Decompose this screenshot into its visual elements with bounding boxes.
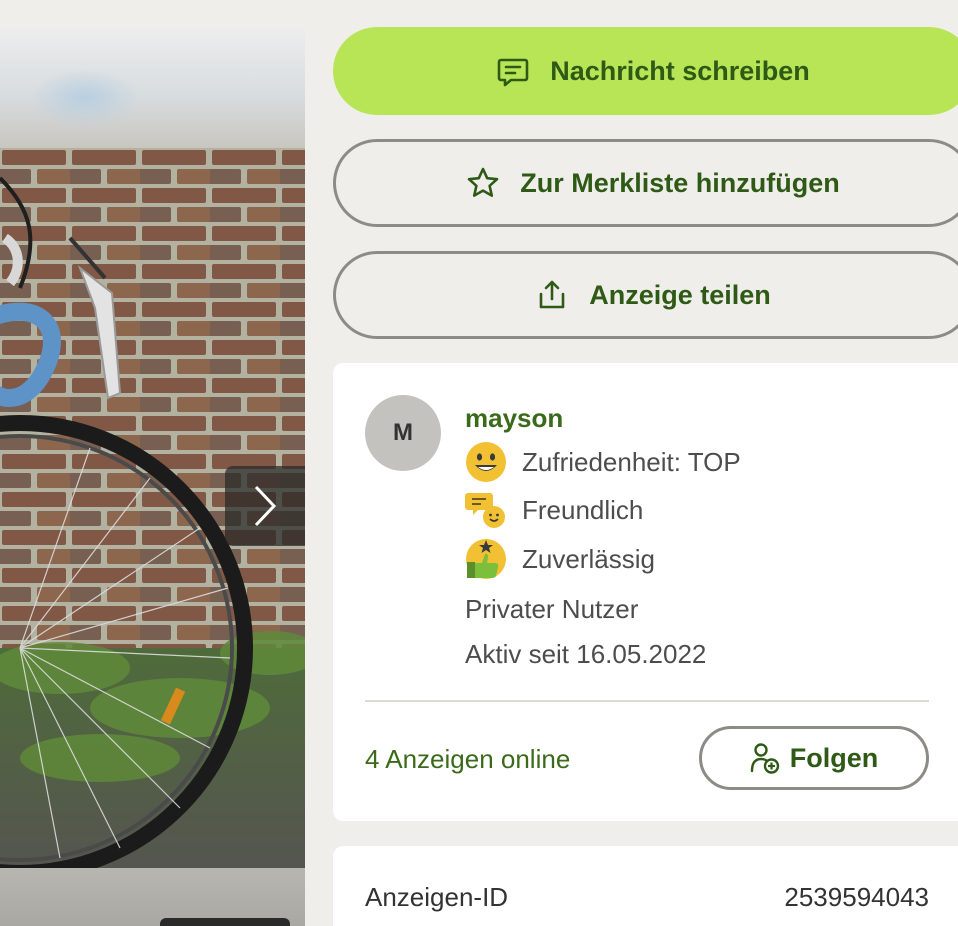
- seller-name-link[interactable]: mayson: [465, 403, 563, 434]
- badge-satisfaction-label: Zufriedenheit: TOP: [522, 446, 741, 477]
- image-counter-chip: [160, 918, 290, 926]
- divider: [365, 700, 929, 702]
- avatar[interactable]: M: [365, 395, 441, 471]
- follow-label: Folgen: [789, 742, 879, 773]
- message-icon: [496, 54, 530, 88]
- thumbs-up-icon: [466, 539, 506, 579]
- gallery-next-button[interactable]: [225, 466, 305, 546]
- seller-active-since: Aktiv seit 16.05.2022: [465, 639, 707, 669]
- badge-friendly: Freundlich: [465, 489, 643, 531]
- share-icon: [535, 278, 569, 312]
- share-ad-button[interactable]: Anzeige teilen: [333, 251, 958, 339]
- badge-reliable: Zuverlässig: [465, 538, 655, 580]
- share-ad-label: Anzeige teilen: [589, 279, 771, 310]
- gallery-blur-bottom: [0, 868, 305, 926]
- send-message-label: Nachricht schreiben: [550, 55, 810, 86]
- ad-id-value: 2539594043: [784, 882, 929, 912]
- ad-id-label: Anzeigen-ID: [365, 882, 509, 912]
- badge-friendly-label: Freundlich: [522, 494, 644, 525]
- star-icon: [466, 166, 500, 200]
- seller-ads-online-link[interactable]: 4 Anzeigen online: [365, 744, 570, 775]
- add-to-watchlist-label: Zur Merkliste hinzufügen: [520, 167, 840, 198]
- seller-card: M mayson Zufriedenheit: TOP Freundlich Z…: [333, 363, 958, 821]
- badge-satisfaction: Zufriedenheit: TOP: [465, 441, 741, 483]
- add-to-watchlist-button[interactable]: Zur Merkliste hinzufügen: [333, 139, 958, 227]
- smiley-icon: [466, 442, 506, 482]
- badge-reliable-label: Zuverlässig: [522, 543, 655, 574]
- ad-info-card: Anzeigen-ID 2539594043: [333, 846, 958, 926]
- add-user-icon: [750, 743, 779, 774]
- follow-button[interactable]: Folgen: [699, 726, 929, 790]
- chevron-right-icon: [254, 485, 277, 527]
- send-message-button[interactable]: Nachricht schreiben: [333, 27, 958, 115]
- gallery-blur-top: [0, 28, 305, 148]
- seller-type: Privater Nutzer: [465, 594, 639, 624]
- chat-bubbles-icon: [465, 493, 505, 528]
